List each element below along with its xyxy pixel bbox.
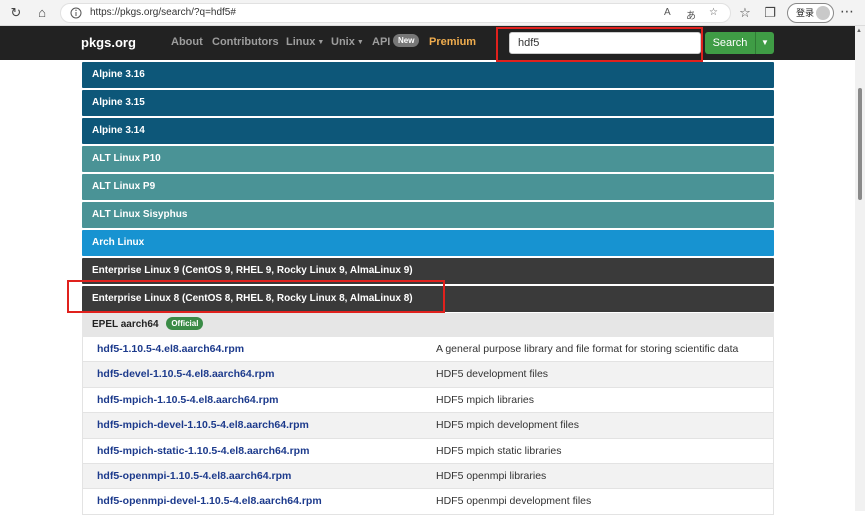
nav-contributors[interactable]: Contributors [212, 36, 279, 48]
repo-item[interactable]: ALT Linux P10 [82, 146, 774, 172]
table-row: hdf5-devel-1.10.5-4.el8.aarch64.rpm HDF5… [82, 362, 774, 388]
package-description: HDF5 mpich development files [436, 419, 579, 432]
package-link[interactable]: hdf5-openmpi-devel-1.10.5-4.el8.aarch64.… [97, 495, 322, 507]
site-logo[interactable]: pkgs.org [81, 35, 136, 50]
home-icon[interactable]: ⌂ [32, 3, 52, 23]
more-icon[interactable]: ⋯ [840, 3, 854, 20]
package-description: HDF5 mpich static libraries [436, 444, 562, 457]
new-badge: New [393, 34, 420, 47]
nav-linux[interactable]: Linux ▼ [286, 36, 324, 48]
nav-unix-label: Unix [331, 36, 355, 48]
repo-item[interactable]: Arch Linux [82, 230, 774, 256]
avatar [816, 6, 830, 20]
browser-toolbar: ↻ ⌂ https://pkgs.org/search/?q=hdf5# A あ… [0, 0, 865, 26]
search-options-dropdown[interactable]: ▼ [755, 32, 774, 54]
scrollbar-thumb[interactable] [858, 88, 862, 200]
page-scrollbar[interactable]: ▲ [855, 26, 865, 511]
repo-item[interactable]: Alpine 3.14 [82, 118, 774, 144]
table-row: hdf5-mpich-devel-1.10.5-4.el8.aarch64.rp… [82, 413, 774, 439]
table-row: hdf5-mpich-static-1.10.5-4.el8.aarch64.r… [82, 438, 774, 464]
repo-item[interactable]: Alpine 3.16 [82, 62, 774, 88]
package-link[interactable]: hdf5-1.10.5-4.el8.aarch64.rpm [97, 343, 244, 355]
caret-down-icon: ▼ [356, 38, 364, 46]
table-row: hdf5-1.10.5-4.el8.aarch64.rpm A general … [82, 337, 774, 363]
official-badge: Official [166, 317, 204, 330]
repository-list: Alpine 3.16 Alpine 3.15 Alpine 3.14 ALT … [82, 62, 774, 314]
read-aloud-icon[interactable]: A [664, 7, 671, 18]
package-description: HDF5 openmpi development files [436, 495, 592, 508]
package-link[interactable]: hdf5-mpich-static-1.10.5-4.el8.aarch64.r… [97, 445, 309, 457]
site-navbar: pkgs.org About Contributors Linux ▼ Unix ▼… [0, 26, 855, 60]
repo-item[interactable]: Alpine 3.15 [82, 90, 774, 116]
package-link[interactable]: hdf5-mpich-devel-1.10.5-4.el8.aarch64.rp… [97, 419, 309, 431]
translate-icon[interactable]: あ [686, 7, 696, 22]
login-label: 登录 [796, 8, 815, 18]
package-table: hdf5-1.10.5-4.el8.aarch64.rpm A general … [82, 337, 774, 515]
package-description: HDF5 openmpi libraries [436, 469, 547, 482]
table-row: hdf5-mpich-1.10.5-4.el8.aarch64.rpm HDF5… [82, 387, 774, 414]
package-link[interactable]: hdf5-mpich-1.10.5-4.el8.aarch64.rpm [97, 394, 279, 406]
nav-api[interactable]: API [372, 36, 390, 48]
package-link[interactable]: hdf5-openmpi-1.10.5-4.el8.aarch64.rpm [97, 470, 291, 482]
nav-linux-label: Linux [286, 36, 316, 48]
search-highlight-box [496, 27, 703, 62]
nav-about[interactable]: About [171, 36, 203, 48]
login-button[interactable]: 登录 [787, 3, 834, 23]
package-description: HDF5 development files [436, 368, 549, 381]
el8-highlight-box [67, 280, 445, 313]
package-link[interactable]: hdf5-devel-1.10.5-4.el8.aarch64.rpm [97, 368, 274, 380]
site-info-icon[interactable] [70, 7, 82, 19]
nav-premium[interactable]: Premium [429, 36, 476, 48]
address-bar[interactable]: https://pkgs.org/search/?q=hdf5# A あ ☆ [60, 3, 731, 23]
repo-item[interactable]: ALT Linux Sisyphus [82, 202, 774, 228]
url-text: https://pkgs.org/search/?q=hdf5# [90, 7, 236, 18]
collections-icon[interactable]: ❐ [760, 3, 780, 23]
scroll-up-icon[interactable]: ▲ [856, 28, 862, 34]
table-row: hdf5-openmpi-1.10.5-4.el8.aarch64.rpm HD… [82, 463, 774, 490]
package-description: HDF5 mpich libraries [436, 393, 535, 406]
repo-item[interactable]: ALT Linux P9 [82, 174, 774, 200]
search-button[interactable]: Search [705, 32, 755, 54]
subrepo-label: EPEL aarch64 [92, 319, 159, 330]
caret-down-icon: ▼ [761, 38, 769, 47]
favorites-icon[interactable]: ☆ [735, 3, 755, 23]
refresh-icon[interactable]: ↻ [6, 3, 26, 23]
package-description: A general purpose library and file forma… [436, 343, 739, 355]
subrepo-header: EPEL aarch64 Official [82, 313, 774, 337]
caret-down-icon: ▼ [317, 38, 325, 46]
favorite-icon[interactable]: ☆ [709, 7, 718, 18]
nav-unix[interactable]: Unix ▼ [331, 36, 364, 48]
